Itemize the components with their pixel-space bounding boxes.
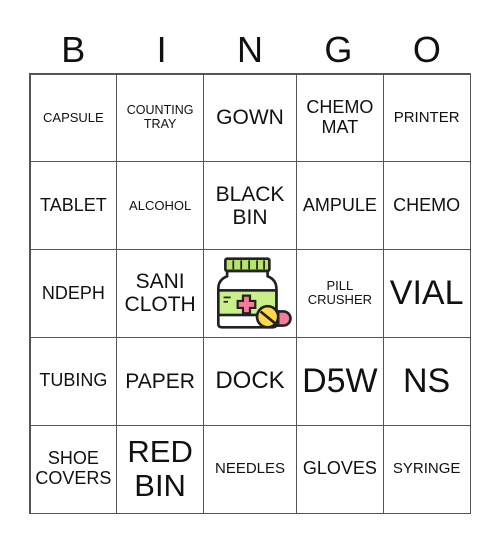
bingo-cell[interactable]: NS (382, 336, 471, 426)
bingo-header: B I N G O (29, 28, 471, 72)
bingo-cell[interactable]: COUNTING TRAY (116, 73, 204, 163)
bingo-grid: CAPSULE COUNTING TRAY GOWN CHEMO MAT PRI… (29, 73, 471, 514)
bingo-cell[interactable]: GLOVES (296, 424, 384, 514)
bingo-cell[interactable]: PAPER (116, 336, 204, 426)
bingo-cell[interactable]: GOWN (203, 73, 297, 163)
bingo-cell[interactable]: PRINTER (382, 73, 471, 163)
bingo-cell[interactable]: NEEDLES (203, 424, 297, 514)
free-space-cell[interactable] (203, 249, 297, 338)
header-letter-n: N (237, 29, 264, 70)
bingo-cell[interactable]: D5W (296, 336, 384, 426)
bingo-cell[interactable]: CAPSULE (29, 73, 118, 163)
header-letter-i: I (156, 29, 167, 70)
bingo-cell[interactable]: BLACK BIN (203, 161, 297, 251)
header-letter-g: G (324, 29, 353, 70)
bingo-cell[interactable]: TUBING (29, 336, 118, 426)
bingo-cell[interactable]: TABLET (29, 161, 118, 251)
bingo-cell[interactable]: RED BIN (116, 424, 204, 514)
bingo-cell[interactable]: VIAL (382, 249, 471, 338)
bingo-cell[interactable]: AMPULE (296, 161, 384, 251)
bingo-cell[interactable]: SANI CLOTH (116, 249, 204, 338)
bingo-cell[interactable]: ALCOHOL (116, 161, 204, 251)
bingo-cell[interactable]: NDEPH (29, 249, 118, 338)
bingo-cell[interactable]: CHEMO MAT (296, 73, 384, 163)
bingo-cell[interactable]: PILL CRUSHER (296, 249, 384, 338)
header-letter-b: B (61, 29, 86, 70)
bingo-cell[interactable]: CHEMO (382, 161, 471, 251)
bingo-cell[interactable]: SHOE COVERS (29, 424, 118, 514)
bingo-cell[interactable]: SYRINGE (382, 424, 471, 514)
bingo-cell[interactable]: DOCK (203, 336, 297, 426)
header-letter-o: O (412, 29, 441, 70)
medicine-bottle-pill-icon (217, 257, 292, 330)
